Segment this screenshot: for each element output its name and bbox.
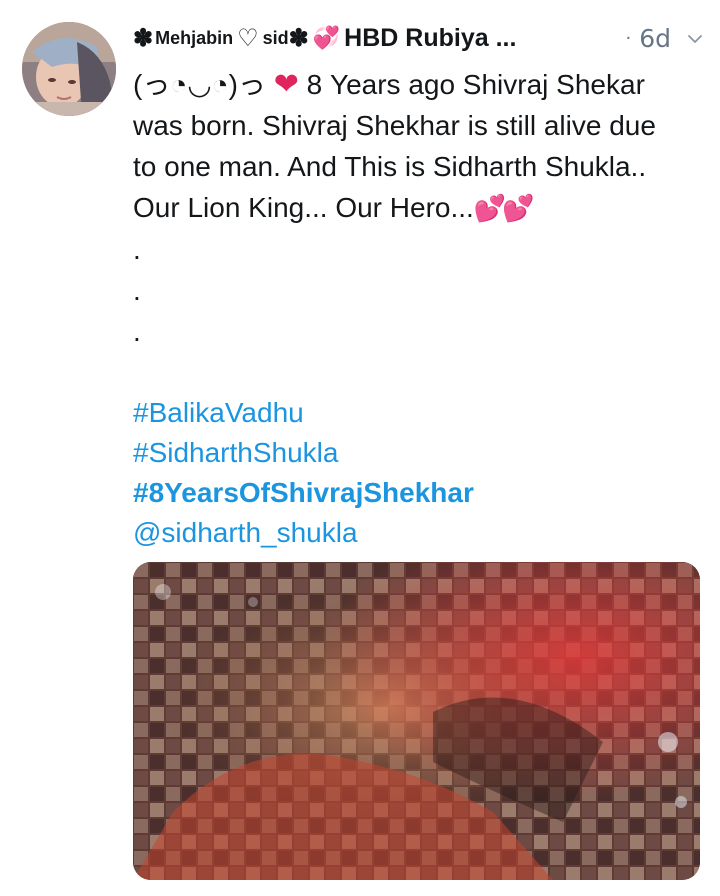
tweet-text-segment: 8 Years ago Shivraj Shekar (306, 69, 645, 100)
profile-photo-avatar-icon (22, 22, 116, 116)
time-separator: · (625, 28, 632, 49)
author-display-name[interactable]: ✽ Mehjabin ♡ sid ✽ 💞 HBD Rubiya ... (133, 24, 516, 53)
tweet-text-segment: Our Lion King... Our Hero... (133, 192, 474, 223)
mention-link[interactable]: @sidharth_shukla (133, 513, 703, 553)
tweet-text-line: Our Lion King... Our Hero...💕💕 (133, 187, 703, 229)
tweet-content: ✽ Mehjabin ♡ sid ✽ 💞 HBD Rubiya ... · 6d… (133, 12, 703, 553)
author-name-part-1: Mehjabin (155, 27, 234, 48)
tweet-header: ✽ Mehjabin ♡ sid ✽ 💞 HBD Rubiya ... · 6d (133, 12, 703, 64)
dot-line: . (133, 316, 141, 347)
hashtag-link[interactable]: #8YearsOfShivrajShekhar (133, 473, 703, 513)
flower-icon: ✽ (288, 24, 309, 52)
dot-line: . (133, 234, 141, 265)
two-hearts-icon: 💕💕 (473, 193, 535, 223)
author-avatar[interactable] (22, 22, 116, 116)
hashtag-link[interactable]: #SidharthShukla (133, 433, 703, 473)
tweet-media-image[interactable] (133, 562, 700, 880)
chevron-down-icon[interactable] (687, 31, 703, 47)
red-heart-icon: ❤ (273, 68, 299, 101)
author-name-part-3: HBD Rubiya ... (344, 23, 517, 52)
tweet-timestamp[interactable]: 6d (639, 24, 671, 53)
tweet[interactable]: ✽ Mehjabin ♡ sid ✽ 💞 HBD Rubiya ... · 6d… (0, 0, 720, 896)
sparkling-heart-icon: 💞 (312, 25, 341, 50)
flower-icon: ✽ (133, 24, 154, 52)
tweet-meta: · 6d (619, 24, 703, 53)
heart-outline-icon: ♡ (237, 24, 259, 52)
tweet-text-line: to one man. And This is Sidharth Shukla.… (133, 151, 647, 182)
tweet-text-line: was born. Shivraj Shekhar is still alive… (133, 110, 656, 141)
emoticon: (っ◔◡◔)っ (133, 69, 266, 100)
tweet-text-line: (っ◔◡◔)っ ❤ 8 Years ago Shivraj Shekar (133, 64, 703, 105)
photo-mosaic-image-icon (133, 562, 700, 880)
dot-line: . (133, 275, 141, 306)
author-name-part-2: sid (262, 27, 289, 48)
tweet-text: (っ◔◡◔)っ ❤ 8 Years ago Shivraj Shekar was… (133, 64, 703, 553)
hashtag-link[interactable]: #BalikaVadhu (133, 393, 703, 433)
